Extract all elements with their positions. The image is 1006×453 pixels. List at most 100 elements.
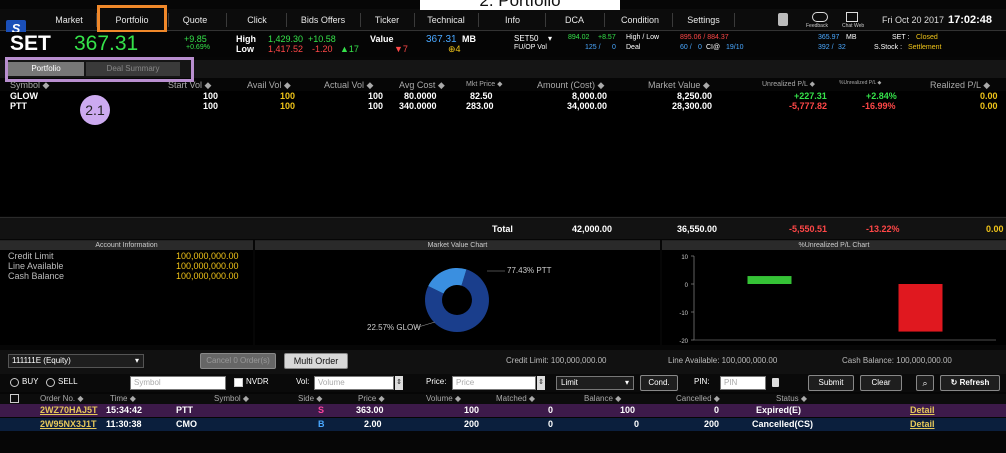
refresh-button[interactable]: ↻ Refresh — [940, 375, 1000, 391]
col-unrealized-pl-pct[interactable]: %Unrealized P/L ◆ — [839, 80, 881, 86]
nav-technical[interactable]: Technical — [416, 9, 476, 31]
cell-amount: 34,000.00 — [567, 101, 608, 111]
col-amount-cost[interactable]: Amount (Cost) ◆ — [537, 80, 604, 91]
col-avail-vol[interactable]: Avail Vol ◆ — [247, 80, 291, 91]
order-matched: 0 — [548, 419, 554, 429]
col-symbol[interactable]: Symbol ◆ — [10, 80, 49, 91]
volume-stepper-icon[interactable]: ⇕ — [395, 376, 403, 390]
trading-app: S Market Portfolio Quote Click Bids Offe… — [0, 0, 1006, 453]
col-status[interactable]: Status ◆ — [776, 394, 807, 403]
account-select[interactable]: 111111E (Equity) ▾ — [8, 354, 144, 368]
feedback-label: Feedback — [806, 23, 828, 29]
nav-click[interactable]: Click — [232, 9, 282, 31]
cell-market-value: 8,250.00 — [677, 91, 713, 101]
order-number-link[interactable]: 2WZ70HAJ5T — [40, 405, 98, 415]
col-matched[interactable]: Matched ◆ — [496, 394, 535, 403]
cash-balance-value: 100,000,000.00 — [176, 271, 239, 281]
nav-settings[interactable]: Settings — [676, 9, 731, 31]
col-symbol[interactable]: Symbol ◆ — [214, 394, 249, 403]
price-input[interactable]: Price — [452, 376, 536, 390]
col-order-no[interactable]: Order No. ◆ — [40, 394, 84, 403]
order-row[interactable]: 2W95NX3J1T 11:30:38 CMO B 2.00 200 0 0 2… — [0, 418, 1006, 431]
portfolio-table: GLOW 100 100 100 80.0000 82.50 8,000.00 … — [0, 91, 1006, 216]
col-avg-cost[interactable]: Avg Cost ◆ — [399, 80, 445, 91]
nav-dca[interactable]: DCA — [552, 9, 597, 31]
clear-button[interactable]: Clear — [860, 375, 902, 391]
low-label: Low — [236, 44, 254, 54]
order-type-select[interactable]: Limit ▾ — [556, 376, 634, 390]
cell-symbol: PTT — [10, 101, 27, 111]
index-name: SET — [10, 32, 51, 55]
col-volume[interactable]: Volume ◆ — [426, 394, 461, 403]
pin-input[interactable]: PIN — [720, 376, 766, 390]
pl-bar-glow — [747, 276, 792, 284]
volume-input[interactable]: Volume — [314, 376, 394, 390]
high-low-label: High / Low — [626, 34, 660, 41]
order-volume: 100 — [464, 405, 480, 415]
nav-info[interactable]: Info — [490, 9, 535, 31]
cell-actual-vol: 100 — [368, 91, 384, 101]
buy-radio[interactable] — [10, 378, 19, 387]
symbol-input[interactable]: Symbol — [130, 376, 226, 390]
pl-tick-label: 10 — [681, 255, 688, 261]
cash-balance-label: Cash Balance — [8, 271, 65, 281]
cell-realized-pl: 0.00 — [980, 101, 998, 111]
col-balance[interactable]: Balance ◆ — [584, 394, 621, 403]
order-time: 11:30:38 — [106, 419, 142, 429]
chevron-down-icon[interactable]: ▾ — [548, 34, 552, 43]
chat-web-label: Chat Web — [842, 23, 865, 29]
select-all-checkbox[interactable] — [10, 394, 19, 403]
lock-icon[interactable] — [778, 13, 788, 26]
chevron-down-icon: ▾ — [624, 378, 629, 387]
col-time[interactable]: Time ◆ — [110, 394, 136, 403]
col-start-vol[interactable]: Start Vol ◆ — [168, 80, 211, 91]
search-icon[interactable]: ⌕ — [916, 375, 934, 391]
col-realized-pl[interactable]: Realized P/L ◆ — [930, 80, 990, 91]
set50-label[interactable]: SET50 — [514, 34, 538, 43]
nav-market[interactable]: Market — [44, 9, 94, 31]
order-status: Cancelled(CS) — [752, 419, 814, 429]
price-stepper-icon[interactable]: ⇕ — [537, 376, 545, 390]
col-cancelled[interactable]: Cancelled ◆ — [676, 394, 720, 403]
feedback-icon[interactable] — [812, 12, 828, 22]
market-value-donut: 77.43% PTT 22.57% GLOW — [367, 266, 552, 332]
value-label: Value — [370, 34, 394, 44]
col-market-value[interactable]: Market Value ◆ — [648, 80, 710, 91]
fund-value: 125 / — [585, 44, 601, 51]
order-symbol: CMO — [176, 419, 197, 429]
chat-web-icon[interactable] — [846, 12, 858, 22]
sell-radio[interactable] — [46, 378, 55, 387]
nvdr-checkbox[interactable] — [234, 378, 243, 387]
col-side[interactable]: Side ◆ — [298, 394, 322, 403]
col-price[interactable]: Price ◆ — [358, 394, 385, 403]
nav-condition[interactable]: Condition — [610, 9, 670, 31]
time-display: 17:02:48 — [948, 14, 993, 26]
nav-quote[interactable]: Quote — [170, 9, 220, 31]
nav-ticker[interactable]: Ticker — [362, 9, 412, 31]
condition-button[interactable]: Cond. — [640, 375, 678, 391]
refresh-icon: ↻ — [950, 378, 958, 387]
cancel-orders-button[interactable]: Cancel 0 Order(s) — [200, 353, 276, 369]
submit-button[interactable]: Submit — [808, 375, 854, 391]
order-detail-link[interactable]: Detail — [910, 419, 935, 429]
table-row[interactable]: GLOW 100 100 100 80.0000 82.50 8,000.00 … — [0, 91, 1006, 101]
table-row[interactable]: PTT 100 100 100 340.0000 283.00 34,000.0… — [0, 101, 1006, 111]
portfolio-highlight — [97, 5, 167, 33]
order-list-header: Order No. ◆ Time ◆ Symbol ◆ Side ◆ Price… — [0, 394, 1006, 404]
order-detail-link[interactable]: Detail — [910, 405, 935, 415]
ci-label: CI@ — [706, 44, 721, 51]
advance-count: ▲17 — [340, 44, 359, 54]
nav-bids-offers[interactable]: Bids Offers — [288, 9, 358, 31]
order-number-link[interactable]: 2W95NX3J1T — [40, 419, 97, 429]
mb-label: MB — [846, 34, 857, 41]
multi-order-button[interactable]: Multi Order — [284, 353, 348, 369]
order-price: 363.00 — [356, 405, 384, 415]
order-row[interactable]: 2WZ70HAJ5T 15:34:42 PTT S 363.00 100 0 1… — [0, 404, 1006, 417]
pie-label-glow: 22.57% GLOW — [367, 323, 421, 332]
col-unrealized-pl[interactable]: Unrealized P/L ◆ — [762, 80, 815, 88]
order-cancelled: 0 — [714, 405, 720, 415]
col-actual-vol[interactable]: Actual Vol ◆ — [324, 80, 373, 91]
col-mkt-price[interactable]: Mkt Price ◆ — [466, 80, 503, 88]
unchanged-count: ⊕4 — [448, 44, 461, 54]
high-value: 1,429.30 — [268, 34, 304, 44]
